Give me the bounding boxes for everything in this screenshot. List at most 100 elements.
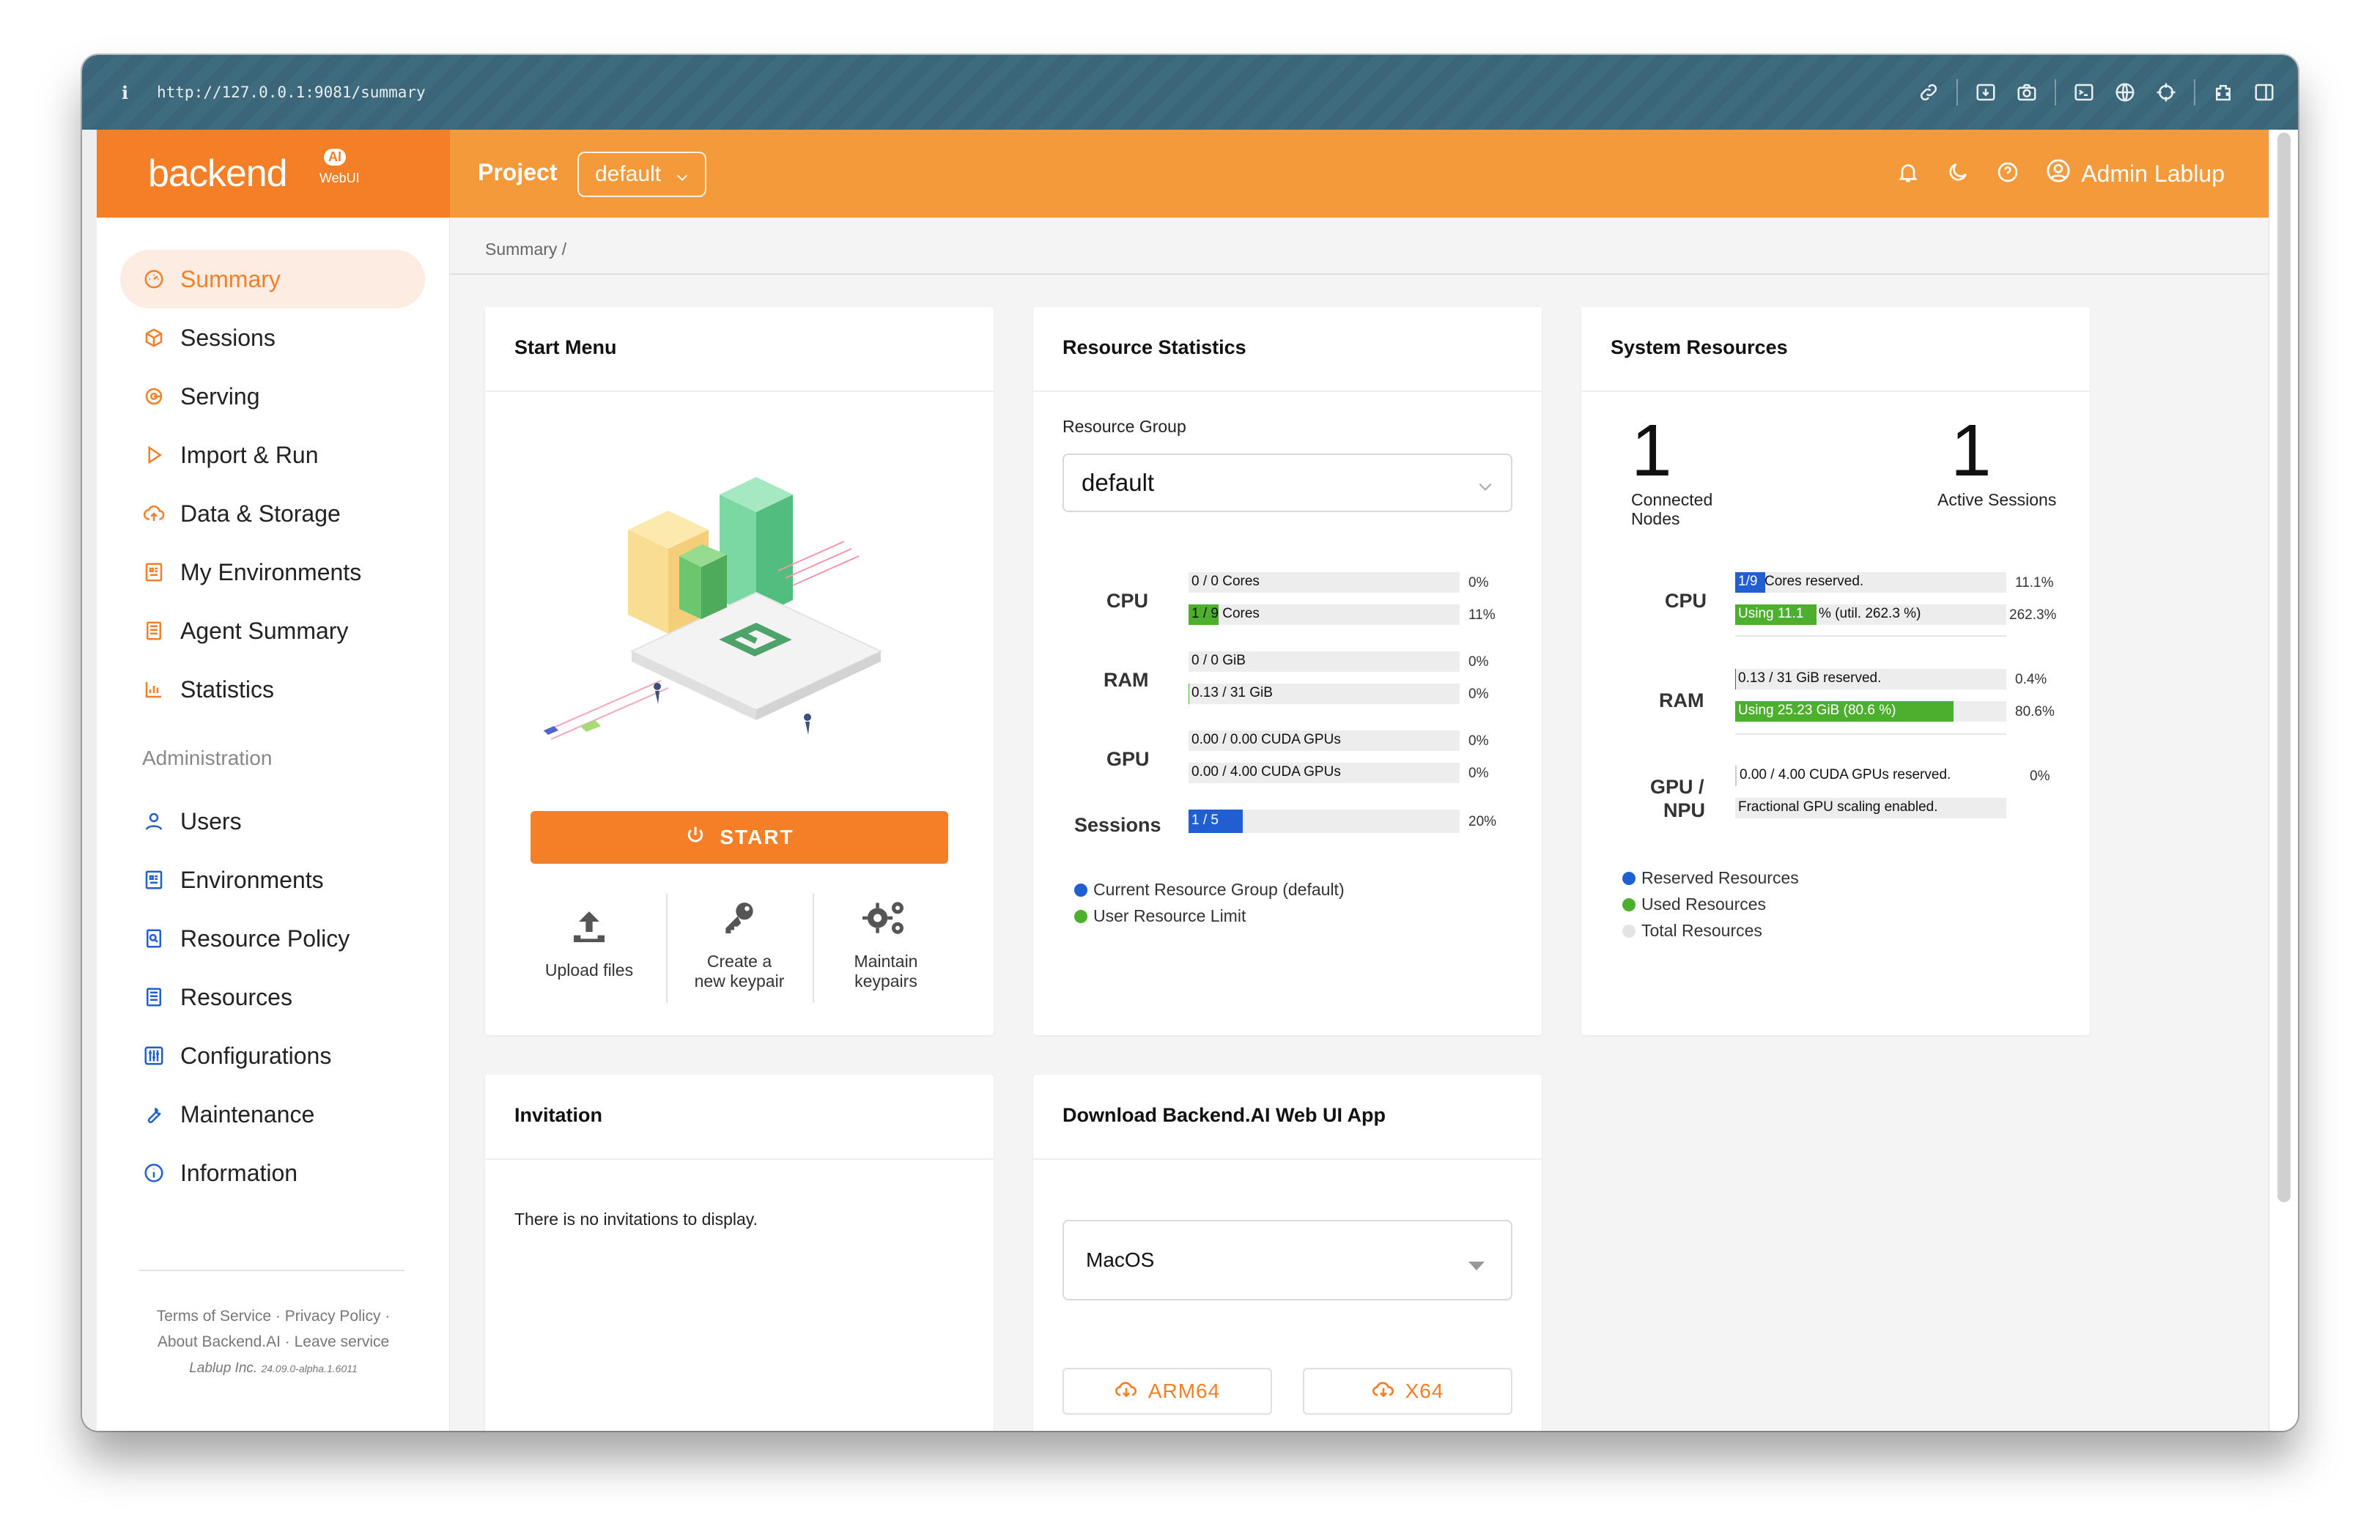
- start-button[interactable]: START: [531, 811, 948, 864]
- bar-text: 1 / 9 Cores: [1191, 606, 1260, 621]
- sidebar-item-agent-summary[interactable]: Agent Summary: [120, 601, 425, 660]
- download-x64-button[interactable]: X64: [1303, 1368, 1512, 1415]
- browser-toolbar: i http://127.0.0.1:9081/summary: [82, 55, 2298, 130]
- legend-label: Current Resource Group (default): [1093, 880, 1345, 899]
- sidebar-item-data-storage[interactable]: Data & Storage: [120, 484, 425, 543]
- sys-npu-label: NPU: [1663, 799, 1706, 821]
- help-icon[interactable]: [1996, 160, 2019, 187]
- sidebar-item-resource-policy[interactable]: Resource Policy: [120, 909, 425, 968]
- backend-ai-logo[interactable]: backend AI WebUI: [148, 147, 361, 199]
- app-header: backend AI WebUI Project default Admin L…: [97, 130, 2269, 218]
- sidebar-item-environments[interactable]: Environments: [120, 851, 425, 909]
- sidebar-item-users[interactable]: Users: [120, 792, 425, 851]
- card-divider: [1581, 390, 2090, 392]
- version-text: 24.09.0-alpha.1.6011: [261, 1363, 358, 1374]
- sys-ram-used-bar: Using 25.23 GiB (80.6 %): [1735, 701, 2006, 722]
- sidebar-toggle-icon[interactable]: [2244, 72, 2285, 113]
- os-select[interactable]: MacOS: [1062, 1220, 1512, 1300]
- agent-summary-icon: [142, 619, 166, 643]
- sidebar-item-import-run[interactable]: Import & Run: [120, 426, 425, 484]
- bar-text: 0 / 0 Cores: [1191, 574, 1260, 589]
- sys-cpu-reserved-pct: 11.1%: [2015, 575, 2054, 591]
- cpu-group-bar: 0 / 0 Cores: [1189, 572, 1460, 593]
- download-app-title: Download Backend.AI Web UI App: [1062, 1104, 1386, 1126]
- card-divider: [485, 390, 994, 392]
- download-icon[interactable]: [1965, 72, 2006, 113]
- moon-icon[interactable]: [1946, 160, 1970, 187]
- caret-down-icon: [1468, 1254, 1485, 1277]
- sidebar-item-configurations[interactable]: Configurations: [120, 1026, 425, 1085]
- footer-links-row2: About Backend.AI · Leave service: [157, 1333, 390, 1350]
- user-menu[interactable]: Admin Lablup: [2046, 158, 2225, 189]
- bell-icon[interactable]: [1896, 160, 1920, 187]
- sidebar-item-summary[interactable]: Summary: [120, 250, 425, 308]
- grey-dot-icon: [1622, 924, 1636, 938]
- gpu-user-pct: 0%: [1468, 766, 1489, 781]
- project-label: Project: [478, 159, 558, 185]
- ram-group-bar: 0 / 0 GiB: [1189, 651, 1460, 672]
- sessions-bar: 1 / 5: [1189, 810, 1460, 833]
- crosshair-icon[interactable]: [2146, 72, 2187, 113]
- resource-statistics-title: Resource Statistics: [1062, 336, 1246, 358]
- configurations-icon: [142, 1044, 166, 1067]
- maintenance-icon: [142, 1103, 166, 1126]
- bar-text: Using 25.23 GiB (80.6 %): [1738, 703, 1896, 718]
- bar-text: % (util. 262.3 %): [1819, 606, 1921, 621]
- summary-icon: [142, 267, 166, 291]
- sidebar-item-serving[interactable]: Serving: [120, 367, 425, 426]
- sidebar-item-statistics[interactable]: Statistics: [120, 660, 425, 719]
- sidebar-item-information[interactable]: Information: [120, 1144, 425, 1202]
- globe-icon[interactable]: [2104, 72, 2146, 113]
- toolbar-divider: [1956, 79, 1958, 105]
- bar-text: 0.00 / 4.00 CUDA GPUs: [1191, 764, 1341, 780]
- url-field[interactable]: http://127.0.0.1:9081/summary: [157, 84, 426, 101]
- upload-files-action[interactable]: Upload files: [516, 893, 662, 1003]
- blue-dot-icon: [1074, 883, 1087, 897]
- cloud-download-icon: [1372, 1379, 1395, 1404]
- privacy-link[interactable]: Privacy Policy: [285, 1308, 381, 1325]
- cpu-user-pct: 11%: [1468, 607, 1496, 623]
- connected-nodes-label: Connected: [1631, 490, 1713, 509]
- sys-cpu-used-bar: Using 11.1 % (util. 262.3 %): [1735, 604, 2006, 625]
- resource-group-select[interactable]: default: [1062, 454, 1512, 512]
- ram-user-bar: 0.13 / 31 GiB: [1189, 684, 1460, 704]
- connected-nodes-label-2: Nodes: [1631, 509, 1680, 528]
- camera-icon[interactable]: [2006, 72, 2047, 113]
- sys-ram-label: RAM: [1659, 689, 1704, 711]
- key-icon: [719, 897, 760, 943]
- card-divider: [1033, 390, 1542, 392]
- green-dot-icon: [1622, 897, 1636, 911]
- resource-statistics-card: Resource Statistics Resource Group defau…: [1033, 307, 1542, 1035]
- maintain-keypairs-action[interactable]: Maintain keypairs: [813, 884, 959, 994]
- serving-icon: [142, 385, 166, 408]
- gpu-user-bar: 0.00 / 4.00 CUDA GPUs: [1189, 763, 1460, 783]
- app-viewport: backend AI WebUI Project default Admin L…: [97, 130, 2269, 1431]
- sidebar-item-resources[interactable]: Resources: [120, 968, 425, 1026]
- sys-ram-reserved-pct: 0.4%: [2015, 672, 2047, 687]
- project-select[interactable]: default: [577, 152, 706, 197]
- page-scrollbar[interactable]: [2269, 130, 2298, 1431]
- sys-cpu-label: CPU: [1665, 590, 1707, 612]
- footer-links-row1: Terms of Service · Privacy Policy ·: [156, 1308, 391, 1325]
- sidebar-item-sessions[interactable]: Sessions: [120, 308, 425, 367]
- about-link[interactable]: About Backend.AI: [158, 1333, 281, 1350]
- terminal-icon[interactable]: [2063, 72, 2104, 113]
- connected-nodes-count: 1: [1631, 410, 1672, 492]
- info-icon[interactable]: i: [122, 82, 141, 103]
- green-dot-icon: [1074, 909, 1087, 923]
- scrollbar-thumb[interactable]: [2277, 133, 2291, 1202]
- sys-gpu-label: GPU /: [1650, 776, 1704, 798]
- import-run-icon: [142, 443, 166, 467]
- legend-label: Total Resources: [1641, 921, 1762, 940]
- cloud-download-icon: [1115, 1379, 1138, 1404]
- os-value: MacOS: [1086, 1248, 1155, 1271]
- power-icon: [684, 824, 706, 851]
- sidebar-item-maintenance[interactable]: Maintenance: [120, 1085, 425, 1144]
- create-keypair-action[interactable]: Create a new keypair: [666, 884, 813, 994]
- download-arm64-button[interactable]: ARM64: [1062, 1368, 1272, 1415]
- terms-link[interactable]: Terms of Service: [157, 1308, 271, 1325]
- extension-icon[interactable]: [2203, 72, 2244, 113]
- sidebar-item-my-environments[interactable]: My Environments: [120, 543, 425, 601]
- link-icon[interactable]: [1908, 72, 1949, 113]
- leave-service-link[interactable]: Leave service: [295, 1333, 390, 1350]
